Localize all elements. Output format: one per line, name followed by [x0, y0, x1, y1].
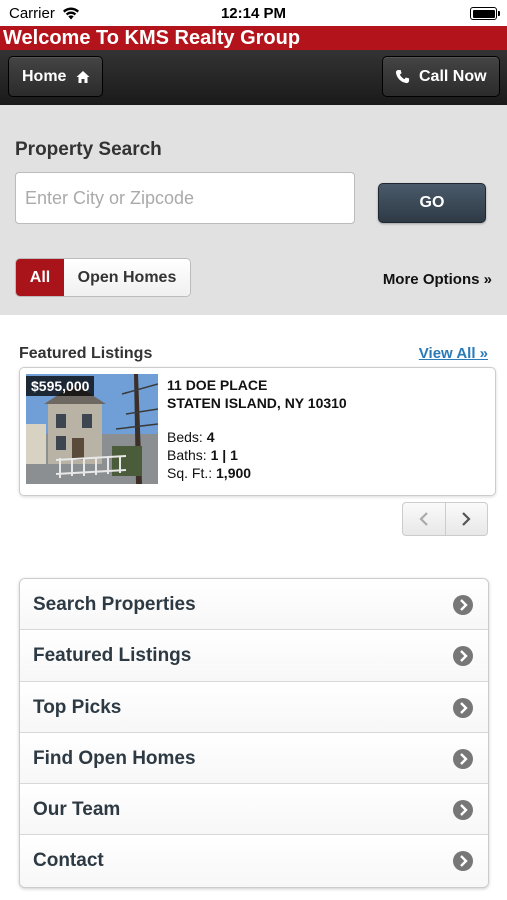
call-now-button[interactable]: Call Now — [382, 56, 500, 97]
home-button[interactable]: Home — [8, 56, 103, 97]
home-button-label: Home — [22, 68, 67, 85]
menu-item-label: Contact — [33, 850, 104, 872]
featured-listings-title: Featured Listings — [19, 345, 153, 362]
menu-item-our-team[interactable]: Our Team — [20, 784, 488, 836]
menu-item-label: Our Team — [33, 799, 121, 821]
chevron-right-icon — [462, 512, 471, 526]
circle-chevron-right-icon — [453, 800, 473, 821]
menu-item-label: Top Picks — [33, 696, 122, 718]
menu-item-featured-listings[interactable]: Featured Listings — [20, 630, 488, 682]
baths-label: Baths: — [167, 447, 207, 463]
listing-photo: $595,000 — [26, 374, 158, 484]
baths-value: 1 | 1 — [210, 447, 238, 463]
home-icon — [76, 71, 90, 83]
listing-filter-toggle: All Open Homes — [15, 258, 191, 297]
menu-item-label: Search Properties — [33, 594, 196, 615]
listing-address-line1: 11 DOE PLACE — [167, 377, 268, 393]
city-zip-search-input[interactable] — [15, 172, 355, 224]
menu-item-find-open-homes[interactable]: Find Open Homes — [20, 732, 488, 785]
status-time: 12:14 PM — [220, 5, 287, 22]
next-listing-button[interactable] — [444, 503, 488, 535]
circle-chevron-right-icon — [453, 697, 473, 718]
filter-all-button[interactable]: All — [16, 259, 64, 296]
menu-item-label: Featured Listings — [33, 645, 192, 667]
circle-chevron-right-icon — [453, 595, 473, 615]
main-menu: Search Properties Featured Listings Top … — [19, 578, 489, 888]
navbar: Home Call Now — [0, 50, 507, 105]
beds-label: Beds: — [167, 429, 203, 445]
listing-card[interactable]: $595,000 11 DOE PLACE STATEN ISLAND, NY … — [19, 367, 496, 496]
phone-icon — [395, 69, 410, 84]
property-search-panel: Property Search GO All Open Homes More O… — [0, 105, 507, 315]
listing-info: 11 DOE PLACE STATEN ISLAND, NY 10310 Bed… — [167, 376, 347, 482]
go-button[interactable]: GO — [378, 183, 486, 223]
previous-listing-button[interactable] — [403, 503, 445, 535]
beds-value: 4 — [206, 429, 215, 445]
filter-open-homes-button[interactable]: Open Homes — [64, 259, 190, 296]
listing-beds: Beds: 4 — [167, 428, 347, 446]
status-bar: Carrier 12:14 PM — [0, 0, 507, 26]
menu-item-label: Find Open Homes — [33, 747, 196, 769]
circle-chevron-right-icon — [453, 646, 473, 667]
view-all-link[interactable]: View All » — [419, 345, 488, 362]
circle-chevron-right-icon — [453, 748, 473, 769]
sqft-value: 1,900 — [216, 465, 252, 481]
call-now-label: Call Now — [419, 68, 487, 85]
battery-icon — [470, 7, 500, 20]
property-search-title: Property Search — [15, 139, 162, 160]
menu-item-contact[interactable]: Contact — [20, 835, 488, 887]
circle-chevron-right-icon — [453, 851, 473, 872]
listing-price: $595,000 — [26, 376, 95, 396]
more-options-link[interactable]: More Options » — [383, 271, 492, 288]
chevron-left-icon — [419, 512, 428, 526]
listing-baths: Baths: 1 | 1 — [167, 446, 347, 464]
listing-pager — [402, 502, 488, 536]
sqft-label: Sq. Ft.: — [167, 465, 213, 481]
listing-sqft: Sq. Ft.: 1,900 — [167, 464, 347, 482]
menu-item-search-properties[interactable]: Search Properties — [20, 579, 488, 631]
listing-address-line2: STATEN ISLAND, NY 10310 — [167, 395, 347, 411]
menu-item-top-picks[interactable]: Top Picks — [20, 681, 488, 733]
welcome-banner: Welcome To KMS Realty Group — [0, 26, 507, 50]
